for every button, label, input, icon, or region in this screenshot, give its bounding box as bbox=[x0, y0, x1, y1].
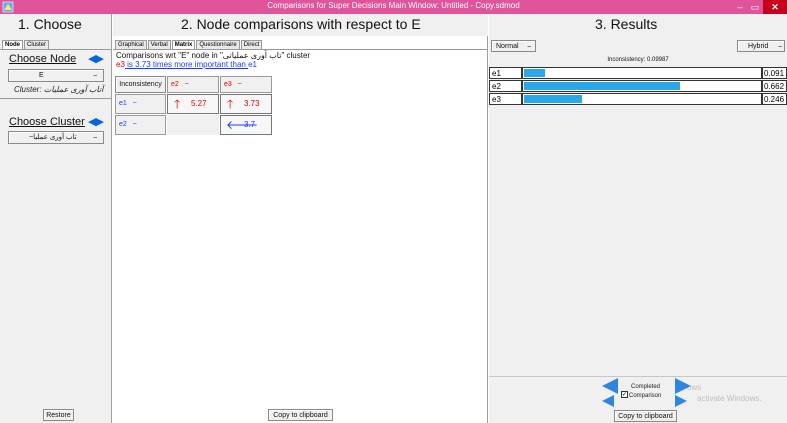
row-header-e1[interactable]: e1 ~ bbox=[115, 94, 166, 114]
tilde-icon: ~ bbox=[237, 81, 242, 88]
hybrid-select[interactable]: Hybrid ⎯ bbox=[737, 40, 785, 52]
cluster-caption: Cluster: آتاب آوری عملیات bbox=[14, 85, 104, 94]
tab-divider bbox=[113, 49, 488, 50]
normal-select-value: Normal bbox=[496, 43, 519, 50]
dropdown-icon: ⎯ bbox=[93, 72, 98, 79]
title-bar: Comparisons for Super Decisions Main Win… bbox=[0, 0, 787, 14]
choose-tabs: Node Cluster bbox=[2, 40, 50, 49]
copy-clipboard-button[interactable]: Copy to clipboard bbox=[268, 409, 333, 421]
value-e1-e2[interactable]: 5.27 bbox=[188, 97, 216, 111]
watermark-text-1: ows bbox=[687, 383, 702, 392]
result-bar-track bbox=[522, 93, 762, 105]
maximize-button[interactable]: ▭ bbox=[748, 0, 762, 14]
value-e1-e3[interactable]: 3.73 bbox=[241, 97, 269, 111]
results-footer-divider bbox=[489, 376, 787, 377]
tab-divider bbox=[0, 49, 111, 50]
result-bar-track bbox=[522, 67, 762, 79]
comparison-tabs: Graphical Verbal Matrix Questionnaire Di… bbox=[115, 40, 263, 49]
inconsistency-button[interactable]: Inconsistency bbox=[115, 76, 166, 93]
column-header-e2[interactable]: e2 ~ bbox=[167, 76, 219, 93]
results-copy-clipboard-button[interactable]: Copy to clipboard bbox=[614, 410, 677, 422]
normal-select[interactable]: Normal ⎯ bbox=[491, 40, 536, 52]
row-label: e2 bbox=[119, 121, 127, 128]
dropdown-icon: ⎯ bbox=[527, 43, 532, 50]
node-select-value: E bbox=[39, 72, 44, 79]
comparison-label: Comparison bbox=[629, 393, 662, 399]
arrow-up-icon: 🡑 bbox=[174, 97, 181, 111]
tab-matrix[interactable]: Matrix bbox=[171, 40, 196, 49]
cell-e1-e2[interactable]: 🡑 5.27 bbox=[167, 94, 219, 114]
statement-node-e3: e3 bbox=[116, 60, 125, 69]
completed-label: Completed bbox=[631, 384, 661, 390]
watermark-text-2: activate Windows. bbox=[697, 394, 762, 403]
column-label: e2 bbox=[171, 81, 179, 88]
result-bar bbox=[524, 82, 680, 90]
result-bar bbox=[524, 69, 545, 77]
result-bar bbox=[524, 95, 582, 103]
tab-direct[interactable]: Direct bbox=[240, 40, 263, 49]
tilde-icon: ~ bbox=[132, 121, 137, 128]
tilde-icon: ~ bbox=[132, 100, 137, 107]
column-header-e3[interactable]: e3 ~ bbox=[220, 76, 272, 93]
node-select[interactable]: E ⎯ bbox=[8, 69, 104, 82]
restore-button[interactable]: Restore bbox=[43, 409, 74, 421]
tab-node[interactable]: Node bbox=[2, 40, 23, 49]
tab-questionnaire[interactable]: Questionnaire bbox=[196, 40, 240, 49]
tab-graphical[interactable]: Graphical bbox=[115, 40, 147, 49]
statement-text: is 3.73 times more important than bbox=[124, 60, 249, 69]
comparison-context: Comparisons wrt "E" node in "تاب آوری عم… bbox=[116, 51, 311, 60]
result-name: e1 bbox=[489, 67, 522, 79]
cell-e2-e3[interactable]: 🡐 3.7 bbox=[220, 115, 272, 135]
inconsistency-readout: Inconsistency: 0.09987 bbox=[607, 57, 669, 63]
tab-cluster[interactable]: Cluster bbox=[24, 40, 50, 49]
choose-panel: 1. Choose Node Cluster Choose Node ◀▶ E … bbox=[0, 14, 112, 423]
node-nav-arrows-icon[interactable]: ◀▶ bbox=[88, 52, 104, 65]
dropdown-icon: ⎯ bbox=[93, 134, 98, 141]
window-title: Comparisons for Super Decisions Main Win… bbox=[267, 1, 520, 10]
hybrid-select-value: Hybrid bbox=[748, 43, 769, 50]
cluster-select-value: ~تاب آوری عملیا bbox=[29, 134, 77, 141]
comparison-heading: 2. Node comparisons with respect to E bbox=[181, 16, 421, 32]
next-incomplete-icon[interactable] bbox=[675, 395, 687, 407]
row-label: e1 bbox=[119, 100, 127, 107]
prev-comparison-icon[interactable] bbox=[602, 378, 618, 394]
result-value: 0.091 bbox=[762, 67, 787, 79]
completed-checkbox[interactable]: ✓ bbox=[621, 391, 628, 398]
result-bar-track bbox=[522, 80, 762, 92]
cluster-nav-arrows-icon[interactable]: ◀▶ bbox=[88, 115, 104, 128]
tilde-icon: ~ bbox=[184, 81, 189, 88]
column-label: e3 bbox=[224, 81, 232, 88]
result-value: 0.662 bbox=[762, 80, 787, 92]
tab-verbal[interactable]: Verbal bbox=[147, 40, 171, 49]
value-e2-e3[interactable]: 3.7 bbox=[241, 118, 269, 132]
cell-e1-e3[interactable]: 🡑 3.73 bbox=[220, 94, 272, 114]
cluster-select[interactable]: ~تاب آوری عملیا ⎯ bbox=[8, 131, 104, 144]
minimize-button[interactable]: – bbox=[733, 0, 747, 14]
choose-node-label: Choose Node bbox=[9, 53, 77, 65]
choose-cluster-label: Choose Cluster bbox=[9, 116, 85, 128]
result-value: 0.246 bbox=[762, 93, 787, 105]
result-name: e3 bbox=[489, 93, 522, 105]
close-button[interactable]: ✕ bbox=[763, 0, 787, 14]
choose-heading: 1. Choose bbox=[18, 16, 82, 32]
prev-incomplete-icon[interactable] bbox=[602, 395, 614, 407]
result-name: e2 bbox=[489, 80, 522, 92]
comparison-panel: 2. Node comparisons with respect to E Gr… bbox=[113, 14, 488, 423]
arrow-up-icon: 🡑 bbox=[227, 97, 234, 111]
dropdown-icon: ⎯ bbox=[778, 43, 783, 50]
cell-e2-e2-empty bbox=[167, 115, 219, 135]
row-header-e2[interactable]: e2 ~ bbox=[115, 115, 166, 135]
section-divider bbox=[0, 98, 111, 99]
statement-node-e1: e1 bbox=[248, 60, 257, 69]
comparison-statement: e3 is 3.73 times more important than e1 bbox=[116, 60, 257, 69]
results-heading: 3. Results bbox=[595, 16, 658, 32]
